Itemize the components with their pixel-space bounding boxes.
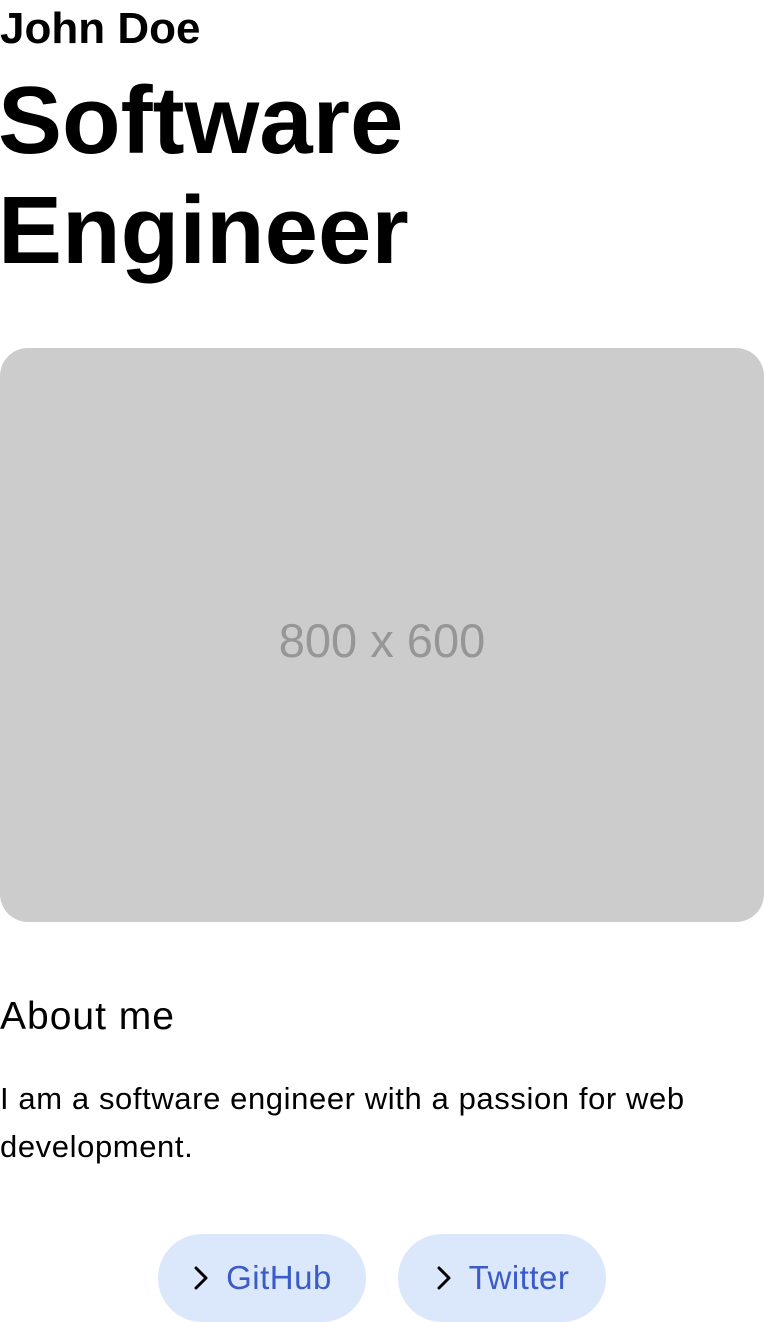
github-link-button[interactable]: GitHub <box>158 1234 366 1322</box>
chevron-right-icon <box>188 1265 214 1291</box>
about-text: I am a software engineer with a passion … <box>0 1081 685 1164</box>
chevron-right-icon <box>431 1265 457 1291</box>
social-links: GitHub Twitter <box>158 1234 606 1322</box>
about-heading: About me <box>0 995 175 1038</box>
hero-image-label: 800 x 600 <box>278 613 486 667</box>
profile-page: John Doe Software Engineer 800 x 600 Abo… <box>0 0 764 1322</box>
twitter-link-button[interactable]: Twitter <box>398 1234 606 1322</box>
profile-headline: Software Engineer <box>0 67 409 284</box>
github-link-label: GitHub <box>226 1259 332 1296</box>
hero-image-placeholder: 800 x 600 <box>0 348 764 922</box>
profile-name: John Doe <box>0 4 201 53</box>
twitter-link-label: Twitter <box>468 1259 570 1296</box>
